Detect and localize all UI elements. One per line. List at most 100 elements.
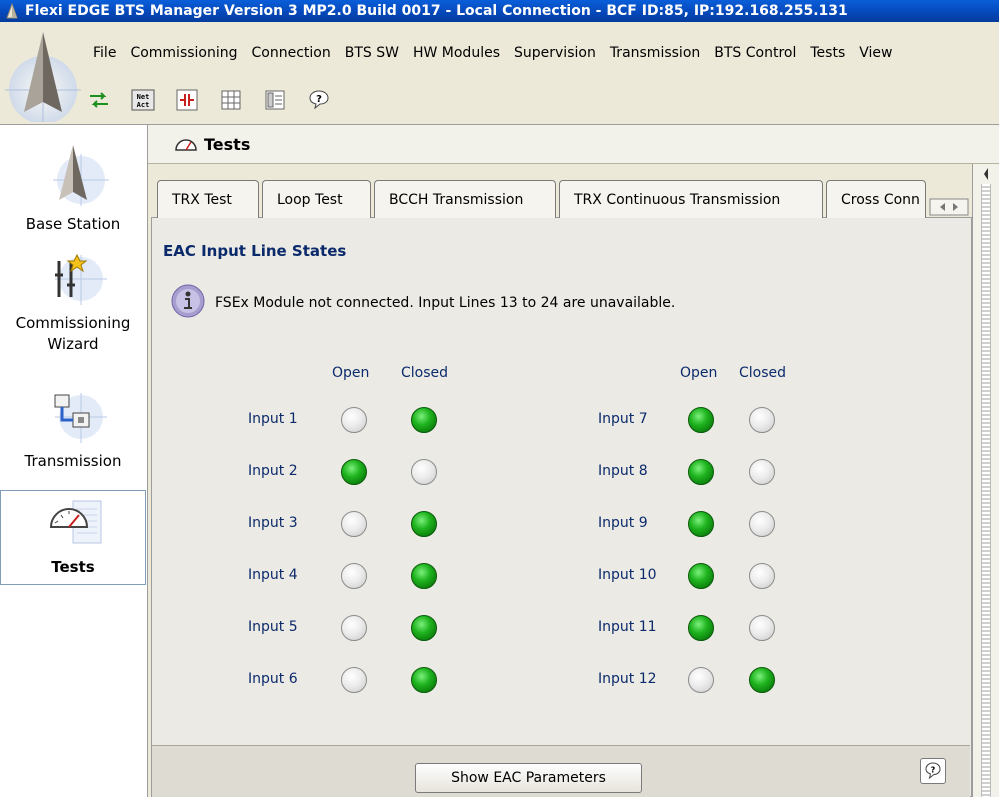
led-open-indicator xyxy=(341,615,367,641)
transfer-icon[interactable] xyxy=(86,88,112,112)
menu-item-tests[interactable]: Tests xyxy=(808,45,847,61)
nav-item-transmission[interactable]: Transmission xyxy=(0,387,146,472)
led-open-indicator xyxy=(341,563,367,589)
input-label: Input 1 xyxy=(248,411,298,427)
led-open-indicator xyxy=(341,407,367,433)
tab-bcch-transmission[interactable]: BCCH Transmission xyxy=(374,180,556,218)
led-open-indicator xyxy=(341,667,367,693)
led-closed-indicator xyxy=(411,407,437,433)
svg-text:Net: Net xyxy=(137,93,150,101)
menu-item-file[interactable]: File xyxy=(91,45,118,61)
led-closed-indicator xyxy=(749,459,775,485)
connect-icon[interactable] xyxy=(174,88,200,112)
nav-item-commissioning-wizard[interactable]: Commissioning Wizard xyxy=(0,249,146,355)
input-label: Input 7 xyxy=(598,411,648,427)
input-label: Input 2 xyxy=(248,463,298,479)
led-open-indicator xyxy=(688,563,714,589)
tab-label: BCCH Transmission xyxy=(389,191,524,208)
menu-item-supervision[interactable]: Supervision xyxy=(512,45,598,61)
svg-text:?: ? xyxy=(316,94,322,105)
tab-trx-test[interactable]: TRX Test xyxy=(157,180,259,218)
menu-item-hw-modules[interactable]: HW Modules xyxy=(411,45,502,61)
col-open-right: Open xyxy=(680,365,718,381)
tab-scroll-arrows-icon[interactable] xyxy=(929,198,969,216)
page-title: Tests xyxy=(204,134,251,154)
led-closed-indicator xyxy=(749,615,775,641)
tab-label: Cross Conn xyxy=(841,191,920,208)
tab-label: Loop Test xyxy=(277,191,343,208)
menu-item-view[interactable]: View xyxy=(857,45,894,61)
col-closed-right: Closed xyxy=(739,365,787,381)
help-icon[interactable]: ? xyxy=(306,88,332,112)
input-label: Input 11 xyxy=(598,619,657,635)
transmission-icon xyxy=(54,393,107,443)
window-title: Flexi EDGE BTS Manager Version 3 MP2.0 B… xyxy=(25,3,848,19)
nav-label: Transmission xyxy=(24,452,122,470)
input-label: Input 9 xyxy=(598,515,648,531)
led-open-indicator xyxy=(688,615,714,641)
app-icon xyxy=(6,3,18,19)
toolbar: Net Act ? xyxy=(86,86,999,114)
led-closed-indicator xyxy=(749,511,775,537)
tests-icon xyxy=(49,500,102,544)
input-label: Input 12 xyxy=(598,671,657,687)
led-closed-indicator xyxy=(411,615,437,641)
menu-item-commissioning[interactable]: Commissioning xyxy=(128,45,239,61)
led-closed-indicator xyxy=(749,563,775,589)
info-icon xyxy=(171,284,205,318)
tab-strip: TRX Test Loop Test BCCH Transmission TRX… xyxy=(157,180,970,218)
col-open-left: Open xyxy=(332,365,370,381)
menu-item-connection[interactable]: Connection xyxy=(250,45,333,61)
tab-loop-test[interactable]: Loop Test xyxy=(262,180,371,218)
menu-item-transmission[interactable]: Transmission xyxy=(608,45,702,61)
led-open-indicator xyxy=(688,407,714,433)
input-label: Input 4 xyxy=(248,567,298,583)
led-closed-indicator xyxy=(749,407,775,433)
input-label: Input 3 xyxy=(248,515,298,531)
input-label: Input 10 xyxy=(598,567,657,583)
wizard-icon xyxy=(55,253,107,305)
led-closed-indicator xyxy=(411,667,437,693)
led-closed-indicator xyxy=(749,667,775,693)
led-closed-indicator xyxy=(411,459,437,485)
led-open-indicator xyxy=(341,459,367,485)
menu-item-bts-control[interactable]: BTS Control xyxy=(712,45,798,61)
app-logo xyxy=(5,32,81,122)
nav-label: Tests xyxy=(51,558,95,576)
net-act-icon[interactable]: Net Act xyxy=(130,88,156,112)
left-nav: Base Station Commissioning Wizard Transm… xyxy=(0,124,148,797)
led-closed-indicator xyxy=(411,563,437,589)
show-eac-parameters-button[interactable]: Show EAC Parameters xyxy=(415,763,642,793)
input-label: Input 6 xyxy=(248,671,298,687)
led-open-indicator xyxy=(688,459,714,485)
menu-item-bts-sw[interactable]: BTS SW xyxy=(343,45,401,61)
scroll-track[interactable] xyxy=(981,184,991,797)
help-icon: ? xyxy=(925,762,941,780)
tab-scroll-buttons[interactable] xyxy=(927,196,971,218)
grid-icon[interactable] xyxy=(218,88,244,112)
led-open-indicator xyxy=(688,511,714,537)
led-open-indicator xyxy=(688,667,714,693)
svg-text:?: ? xyxy=(931,766,936,775)
menu-bar: File Commissioning Connection BTS SW HW Modu… xyxy=(86,42,999,64)
nav-label: Base Station xyxy=(25,215,121,233)
tab-label: TRX Continuous Transmission xyxy=(574,191,781,208)
section-title: EAC Input Line States xyxy=(163,242,347,260)
nav-item-base-station[interactable]: Base Station xyxy=(0,140,146,235)
panel-icon[interactable] xyxy=(262,88,288,112)
title-bar: Flexi EDGE BTS Manager Version 3 MP2.0 B… xyxy=(0,0,999,22)
col-closed-left: Closed xyxy=(401,365,449,381)
vertical-scrollbar[interactable] xyxy=(972,164,999,797)
tab-trx-continuous-transmission[interactable]: TRX Continuous Transmission xyxy=(559,180,823,218)
help-button[interactable]: ? xyxy=(920,758,946,784)
svg-text:Act: Act xyxy=(137,101,150,109)
page-header: Tests xyxy=(148,124,999,164)
info-message: FSEx Module not connected. Input Lines 1… xyxy=(215,295,676,311)
scroll-arrows-icon xyxy=(984,168,988,180)
tab-cross-connections[interactable]: Cross Conn xyxy=(826,180,926,218)
input-label: Input 8 xyxy=(598,463,648,479)
led-closed-indicator xyxy=(411,511,437,537)
nav-label: Wizard xyxy=(47,335,99,353)
nav-item-tests[interactable]: Tests xyxy=(0,490,146,585)
base-station-icon xyxy=(53,145,109,206)
